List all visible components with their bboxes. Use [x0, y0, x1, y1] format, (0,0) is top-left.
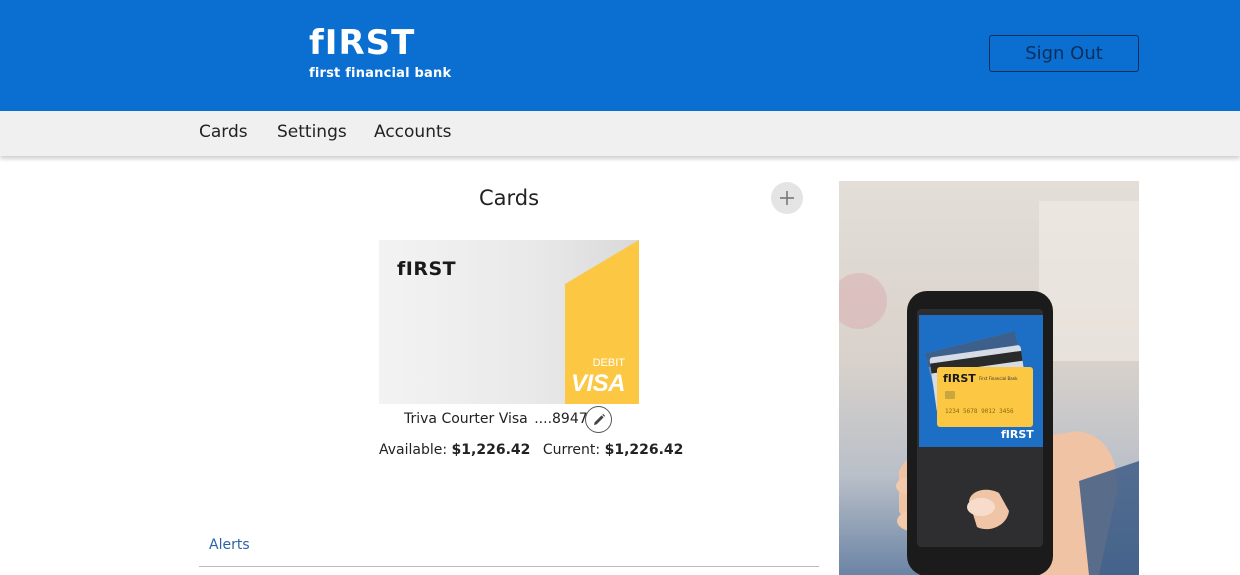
card-balances: Available: $1,226.42 Current: $1,226.42: [379, 442, 683, 458]
card-type-label: DEBIT: [592, 357, 625, 369]
alerts-divider: [199, 566, 819, 567]
promo-image: fIRST First Financial Bank 1234 5678 901…: [839, 181, 1139, 575]
card-name: Triva Courter Visa ....8947: [404, 411, 588, 427]
top-header: fIRST first financial bank Sign Out: [0, 0, 1240, 111]
nav-item-cards[interactable]: Cards: [199, 122, 248, 142]
card-network-logo: VISA: [570, 370, 626, 397]
alerts-link[interactable]: Alerts: [209, 537, 250, 553]
nav-item-accounts[interactable]: Accounts: [374, 122, 452, 142]
current-balance: $1,226.42: [604, 442, 684, 458]
promo-card-logo: fIRST: [943, 372, 976, 385]
card-last4: ....8947: [534, 411, 588, 427]
current-label: Current:: [542, 442, 601, 458]
nav-item-settings[interactable]: Settings: [277, 122, 347, 142]
debit-card-image[interactable]: fIRST DEBIT VISA: [379, 240, 639, 404]
phone-in-hand-illustration: fIRST First Financial Bank 1234 5678 901…: [839, 201, 1139, 575]
plus-icon: [780, 191, 794, 205]
logo-tagline: first financial bank: [309, 66, 452, 81]
main-nav: Cards Settings Accounts: [0, 111, 1240, 156]
edit-card-button[interactable]: [585, 406, 612, 433]
promo-phone-logo: fIRST: [1001, 428, 1034, 441]
card-holder-name: Triva Courter Visa: [404, 411, 528, 427]
add-card-button[interactable]: [771, 182, 803, 214]
sign-out-button[interactable]: Sign Out: [989, 35, 1139, 72]
logo-wordmark: fIRST: [309, 23, 416, 63]
promo-card-number: 1234 5678 9012 3456: [945, 408, 1014, 415]
available-balance: $1,226.42: [451, 442, 531, 458]
bank-logo[interactable]: fIRST first financial bank: [309, 26, 451, 81]
page-title: Cards: [478, 186, 540, 210]
promo-card-tagline: First Financial Bank: [979, 376, 1018, 381]
available-label: Available:: [379, 442, 448, 458]
pencil-icon: [593, 413, 605, 425]
card-brand-logo: fIRST: [397, 258, 457, 280]
